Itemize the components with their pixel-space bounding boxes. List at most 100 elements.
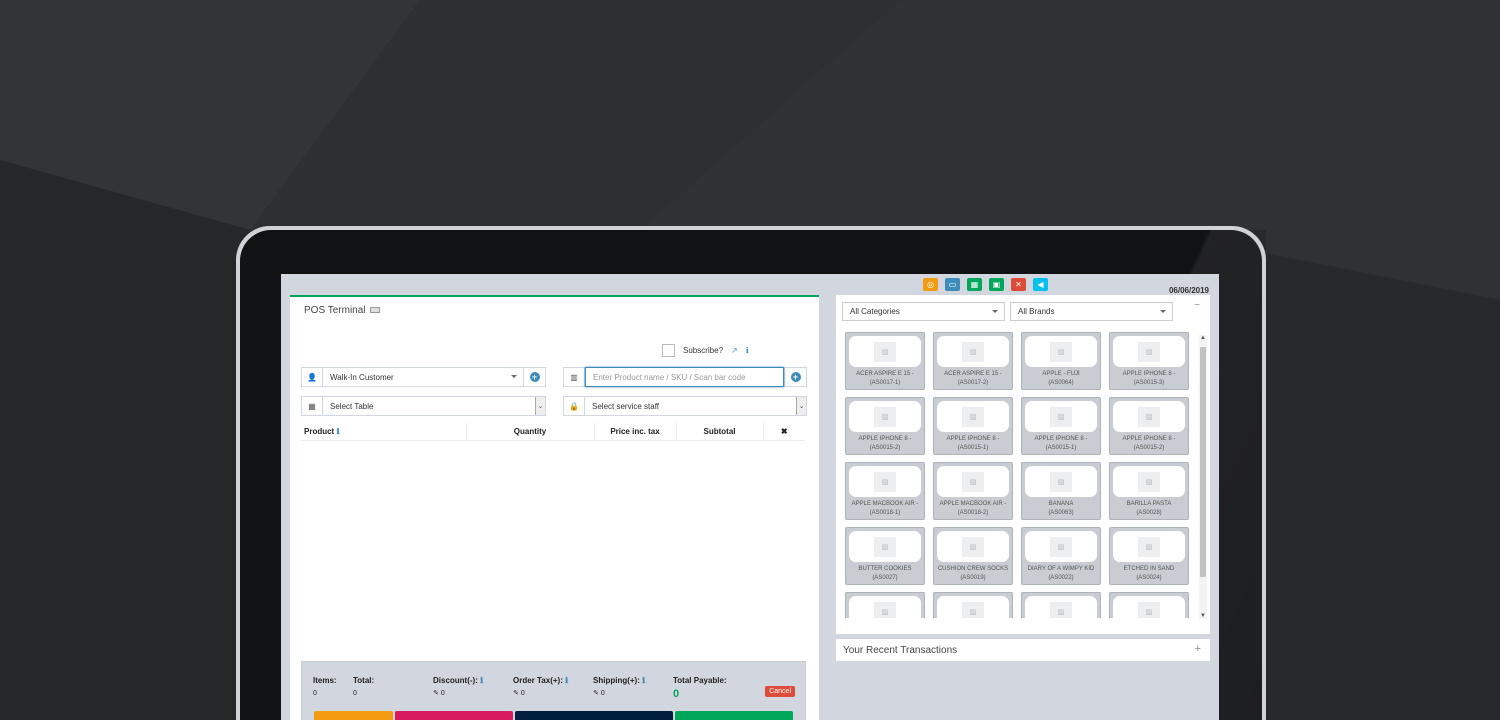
product-card[interactable]: ▨ ACER ASPIRE E 15 - (AS0017-2) (933, 332, 1013, 390)
product-sku: (AS0018-2) (957, 510, 989, 516)
image-placeholder-icon: ▨ (962, 536, 984, 557)
discount-edit[interactable]: ✎ 0 (433, 690, 445, 697)
product-card[interactable]: ▨ APPLE IPHONE 8 - (AS0015-2) (845, 397, 925, 455)
full-screen-icon[interactable]: ▭ (945, 278, 960, 291)
total-label: Total: (353, 676, 375, 685)
product-card[interactable]: ▨ (1109, 592, 1189, 618)
action-button-2[interactable] (395, 711, 513, 720)
calculator-icon[interactable]: ▦ (967, 278, 982, 291)
product-sku: (AS0028) (1136, 510, 1162, 516)
product-card[interactable]: ▨ BARILLA PASTA (AS0028) (1109, 462, 1189, 520)
product-card[interactable]: ▨ APPLE IPHONE 8 - (AS0015-3) (1109, 332, 1189, 390)
scroll-up-icon[interactable]: ▲ (1200, 335, 1206, 341)
product-label: APPLE IPHONE 8 - (AS0015-1) (935, 435, 1011, 453)
add-customer-button[interactable]: + (523, 368, 545, 386)
product-card[interactable]: ▨ APPLE - FUJI (AS0064) (1021, 332, 1101, 390)
product-name: BANANA (1048, 501, 1074, 507)
product-card[interactable]: ▨ APPLE IPHONE 8 - (AS0015-1) (933, 397, 1013, 455)
product-label: DIARY OF A WIMPY KID (AS0022) (1023, 565, 1099, 583)
product-sku: (AS0017-1) (869, 380, 901, 386)
collapse-button[interactable]: − (1194, 300, 1200, 311)
product-card[interactable]: ▨ CUSHION CREW SOCKS (AS0019) (933, 527, 1013, 585)
product-name: ACER ASPIRE E 15 - (856, 371, 914, 377)
image-placeholder-icon: ▨ (1050, 536, 1072, 557)
close-register-icon[interactable]: ✕ (1011, 278, 1026, 291)
product-card[interactable]: ▨ ETCHED IN SAND (AS0024) (1109, 527, 1189, 585)
product-image: ▨ (937, 466, 1009, 497)
remove-column-icon: ✖ (763, 423, 805, 441)
product-card[interactable]: ▨ APPLE MACBOOK AIR - (AS0018-2) (933, 462, 1013, 520)
product-label: APPLE MACBOOK AIR - (AS0018-2) (935, 500, 1011, 518)
service-staff-select[interactable]: Select service staff ⌄ (585, 397, 806, 415)
plus-circle-icon: + (790, 372, 801, 382)
product-card[interactable]: ▨ APPLE IPHONE 8 - (AS0015-2) (1109, 397, 1189, 455)
image-placeholder-icon: ▨ (962, 406, 984, 427)
shipping: Shipping(+): ℹ ✎ 0 (593, 676, 645, 697)
product-label: CUSHION CREW SOCKS (AS0019) (935, 565, 1011, 583)
product-image: ▨ (1113, 466, 1185, 497)
keyboard-icon[interactable] (369, 307, 380, 314)
product-card[interactable]: ▨ BUTTER COOKIES (AS0027) (845, 527, 925, 585)
table-select[interactable]: Select Table ⌄ (323, 397, 545, 415)
discount-label: Discount(-): (433, 676, 478, 685)
add-product-button[interactable]: + (784, 368, 806, 386)
product-sku: (AS0063) (1048, 510, 1074, 516)
product-card[interactable]: ▨ BANANA (AS0063) (1021, 462, 1101, 520)
info-icon[interactable]: ℹ (746, 346, 749, 355)
action-button-1[interactable] (314, 711, 393, 720)
tax-value: 0 (520, 690, 525, 697)
product-card[interactable]: ▨ (845, 592, 925, 618)
product-card[interactable]: ▨ (1021, 592, 1101, 618)
product-label: APPLE MACBOOK AIR - (AS0018-1) (847, 500, 923, 518)
product-browser-panel: All Categories All Brands − ▨ ACER ASPIRE… (836, 295, 1210, 634)
go-back-icon[interactable]: ◀ (1033, 278, 1048, 291)
suspended-sales-icon[interactable]: ◎ (923, 278, 938, 291)
brand-select[interactable]: All Brands (1010, 302, 1173, 321)
chevron-down-icon: ⌄ (535, 397, 545, 415)
product-scrollbar[interactable]: ▲ ▼ (1199, 335, 1207, 619)
product-label: BARILLA PASTA (AS0028) (1111, 500, 1187, 518)
product-card[interactable]: ▨ APPLE MACBOOK AIR - (AS0018-1) (845, 462, 925, 520)
scroll-down-icon[interactable]: ▼ (1200, 613, 1206, 619)
cancel-button[interactable]: Cancel (765, 686, 795, 697)
subscribe-checkbox[interactable] (662, 344, 675, 357)
info-icon[interactable]: ℹ (336, 427, 339, 436)
product-card[interactable]: ▨ APPLE IPHONE 8 - (AS0015-1) (1021, 397, 1101, 455)
action-button-4[interactable] (675, 711, 793, 720)
product-name: BUTTER COOKIES (858, 566, 912, 572)
product-name: ACER ASPIRE E 15 - (944, 371, 1002, 377)
product-sku: (AS0015-2) (869, 445, 901, 451)
image-placeholder-icon: ▨ (1050, 341, 1072, 362)
product-name: ETCHED IN SAND (1123, 566, 1175, 572)
product-table: Product ℹ Quantity Price inc. tax Subtot… (301, 423, 805, 441)
scroll-thumb[interactable] (1200, 347, 1206, 577)
product-name: APPLE - FUJI (1042, 371, 1080, 377)
info-icon[interactable]: ℹ (642, 676, 645, 685)
product-card[interactable]: ▨ DIARY OF A WIMPY KID (AS0022) (1021, 527, 1101, 585)
product-image: ▨ (849, 336, 921, 367)
external-link-icon[interactable]: ↗ (731, 346, 738, 355)
tax-edit[interactable]: ✎ 0 (513, 690, 525, 697)
customer-select[interactable]: Walk-In Customer (323, 368, 523, 386)
top-toolbar: ◎ ▭ ▦ ▣ ✕ ◀ (923, 278, 1048, 291)
items-total: Items: 0 (313, 676, 337, 697)
action-button-3[interactable] (515, 711, 673, 720)
product-card[interactable]: ▨ (933, 592, 1013, 618)
product-label: BANANA (AS0063) (1023, 500, 1099, 518)
product-card[interactable]: ▨ ACER ASPIRE E 15 - (AS0017-1) (845, 332, 925, 390)
shipping-edit[interactable]: ✎ 0 (593, 690, 605, 697)
product-image: ▨ (937, 596, 1009, 618)
image-placeholder-icon: ▨ (962, 341, 984, 362)
product-name: BARILLA PASTA (1126, 501, 1172, 507)
discount: Discount(-): ℹ ✎ 0 (433, 676, 483, 697)
product-search-input[interactable]: Enter Product name / SKU / Scan bar code (585, 367, 784, 387)
info-icon[interactable]: ℹ (565, 676, 568, 685)
expand-button[interactable]: + (1195, 643, 1201, 655)
category-select[interactable]: All Categories (842, 302, 1005, 321)
totals-footer: Items: 0 Total: 0 Discount(-): ℹ ✎ 0 Order … (301, 661, 806, 720)
product-label: APPLE IPHONE 8 - (AS0015-3) (1111, 370, 1187, 388)
register-details-icon[interactable]: ▣ (989, 278, 1004, 291)
info-icon[interactable]: ℹ (480, 676, 483, 685)
image-placeholder-icon: ▨ (874, 341, 896, 362)
product-image: ▨ (1113, 531, 1185, 562)
